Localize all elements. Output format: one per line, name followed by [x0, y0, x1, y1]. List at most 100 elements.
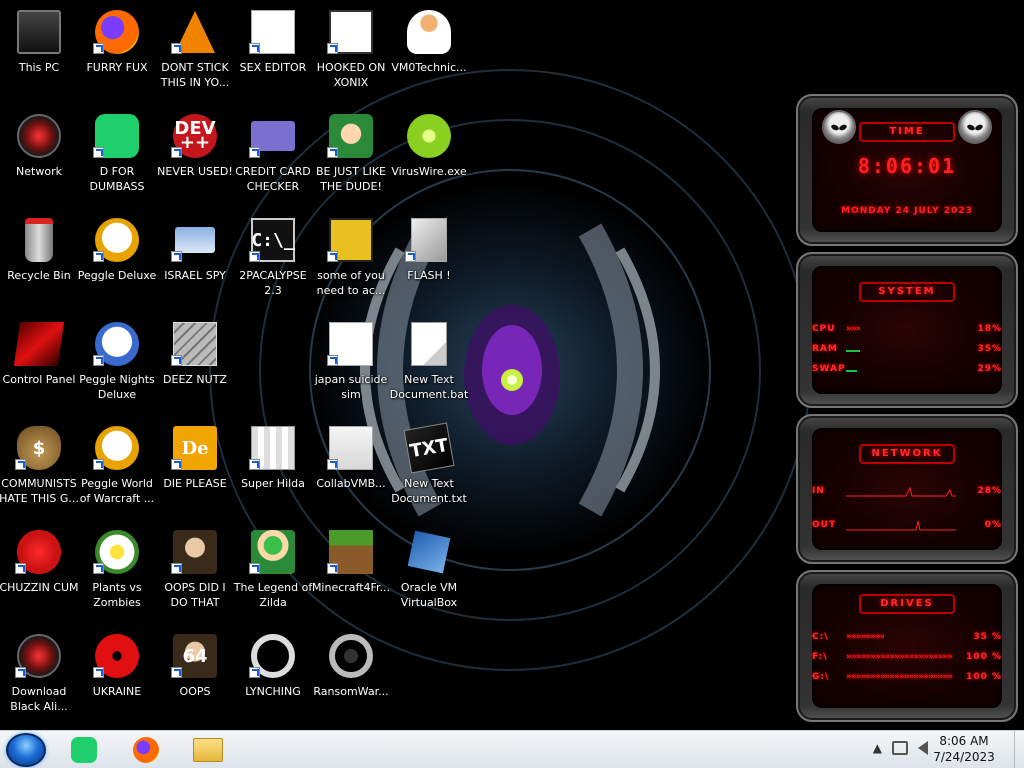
desktop-icon-label: BE JUST LIKE THE DUDE! [315, 165, 387, 193]
desktop-icon-label: OOPS DID I DO THAT [164, 581, 226, 609]
desktop-icon-label: CREDIT CARD CHECKER [235, 165, 311, 193]
desktop-icon-hooked-xonix[interactable]: HOOKED ON XONIX [312, 2, 390, 106]
desktop-icon-viruswire[interactable]: VirusWire.exe [390, 106, 468, 210]
desktop-icon-japan-suicide[interactable]: japan suicide sim [312, 314, 390, 418]
desktop-icon-network[interactable]: Network [0, 106, 78, 210]
taskbar-clock[interactable]: 8:06 AM 7/24/2023 [924, 733, 1004, 765]
vm0-technic-icon-art [407, 10, 451, 54]
taskbar: ▲ 8:06 AM 7/24/2023 [0, 730, 1024, 768]
desktop-icon-super-hilda[interactable]: Super Hilda [234, 418, 312, 522]
show-desktop-button[interactable] [1014, 731, 1024, 768]
flash-icon [405, 216, 453, 264]
desktop-icon-oops-did-i[interactable]: OOPS DID I DO THAT [156, 522, 234, 626]
system-row-value: 18% [977, 324, 1002, 334]
desktop-icon-d-for-dumbass[interactable]: D FOR DUMBASS [78, 106, 156, 210]
shortcut-arrow-icon [171, 147, 182, 158]
desktop-icon-never-used[interactable]: DEV ++ NEVER USED! [156, 106, 234, 210]
oops-did-i-icon [171, 528, 219, 576]
usage-bar-fill [846, 370, 858, 372]
desktop-icon-lynching[interactable]: LYNCHING [234, 626, 312, 730]
shortcut-arrow-icon [249, 563, 260, 574]
show-hidden-icons-chevron-icon[interactable]: ▲ [873, 741, 882, 755]
desktop-icon-label: COMMUNISTS HATE THIS G... [0, 477, 79, 505]
desktop-icon-vm0-technic[interactable]: VM0Technic... [390, 2, 468, 106]
drive-row-label: G:\ [812, 672, 830, 682]
credit-card-icon [249, 112, 297, 160]
desktop-icon-peggle-world[interactable]: P Peggle World of Warcraft ... [78, 418, 156, 522]
desktop-icon-oracle-vbox[interactable]: Oracle VM VirtualBox [390, 522, 468, 626]
peggle-world-icon: P [93, 424, 141, 472]
desktop-icon-credit-card[interactable]: CREDIT CARD CHECKER [234, 106, 312, 210]
desktop-icon-dont-stick[interactable]: DONT STICK THIS IN YO... [156, 2, 234, 106]
desktop-icon-recycle-bin[interactable]: Recycle Bin [0, 210, 78, 314]
desktop-icon-sex-editor[interactable]: HxD SEX EDITOR [234, 2, 312, 106]
this-pc-icon [15, 8, 63, 56]
desktop-icon-oops[interactable]: 64 OOPS [156, 626, 234, 730]
taskbar-discord-button[interactable] [58, 734, 110, 766]
network-row-label: IN [812, 486, 825, 496]
sex-editor-icon: HxD [249, 8, 297, 56]
desktop-icon-label: 2PACALYPSE 2.3 [239, 269, 307, 297]
time-gadget-clock: 8:06:01 [857, 154, 957, 178]
desktop-icon-download-black[interactable]: Download Black Ali... [0, 626, 78, 730]
traffic-graph [846, 520, 956, 531]
desktop-icon-deez-nutz[interactable]: DEEZ NUTZ [156, 314, 234, 418]
desktop-icon-peggle-nights[interactable]: P Peggle Nights Deluxe [78, 314, 156, 418]
desktop-icon-label: DIE PLEASE [163, 477, 227, 490]
desktop-icon-label: This PC [18, 61, 60, 74]
usage-bar-fill [846, 350, 860, 352]
taskbar-firefox-button[interactable] [120, 734, 172, 766]
time-gadget[interactable]: TIME 8:06:01 MONDAY 24 JULY 2023 [796, 94, 1018, 246]
desktop-icon-collabvmb[interactable]: CollabVMB... [312, 418, 390, 522]
desktop-icon-israel-spy[interactable]: ISRAEL SPY [156, 210, 234, 314]
desktop-icon-plants-vs-zombies[interactable]: Plants vs Zombies [78, 522, 156, 626]
drive-row-value: 100 % [966, 672, 1002, 682]
desktop-icon-peggle-deluxe[interactable]: P Peggle Deluxe [78, 210, 156, 314]
shortcut-arrow-icon [249, 459, 260, 470]
shortcut-arrow-icon [327, 563, 338, 574]
taskbar-clock-time: 8:06 AM [939, 734, 989, 748]
super-hilda-icon [249, 424, 297, 472]
alien-head-icon [822, 110, 856, 144]
desktop-icon-ransomware[interactable]: RansomWar... [312, 626, 390, 730]
network-gadget[interactable]: NETWORK IN 28% OUT 0% [796, 414, 1018, 564]
drives-gadget[interactable]: DRIVES C:\ 35 % »»»»»»»»»»»»»»»»»»»»»» F:\ 1… [796, 570, 1018, 722]
plants-vs-zombies-icon [93, 528, 141, 576]
desktop-icon-legend-zilda[interactable]: The Legend of Zilda [234, 522, 312, 626]
shortcut-arrow-icon [93, 667, 104, 678]
desktop-icon-new-text-txt[interactable]: TXT New Text Document.txt [390, 418, 468, 522]
desktop-icon-label: Minecraft4Fr... [311, 581, 391, 594]
desktop-icon-furry-fux[interactable]: FURRY FUX [78, 2, 156, 106]
viruswire-icon-art [407, 114, 451, 158]
taskbar-file-explorer-button[interactable] [182, 734, 234, 766]
desktop-icon-new-text-bat[interactable]: New Text Document.bat [390, 314, 468, 418]
usage-bar [846, 370, 960, 372]
desktop-icon-flash[interactable]: FLASH ! [390, 210, 468, 314]
desktop-icon-communists[interactable]: $ COMMUNISTS HATE THIS G... [0, 418, 79, 522]
desktop-icon-this-pc[interactable]: This PC [0, 2, 78, 106]
desktop-icon-label: Network [16, 165, 62, 178]
start-button[interactable] [6, 733, 46, 767]
desktop-icon-ukraine[interactable]: UKRAINE [78, 626, 156, 730]
desktop-icon-control-panel[interactable]: Control Panel [0, 314, 78, 418]
system-row: RAM 35% [812, 344, 1002, 358]
desktop-icon-2pacalypse[interactable]: C:\_ 2PACALYPSE 2.3 [234, 210, 312, 314]
cpu-load-chevrons: »»» [846, 324, 861, 334]
network-tray-icon[interactable] [892, 741, 908, 755]
new-text-bat-icon [405, 320, 453, 368]
desktop-icon-be-just-like[interactable]: BE JUST LIKE THE DUDE! [312, 106, 390, 210]
desktop-icon-label: japan suicide sim [314, 373, 388, 401]
desktop-icon-die-please[interactable]: De DIE PLEASE [156, 418, 234, 522]
desktop-icon-chuzzin[interactable]: CHUZZIN CUM [0, 522, 79, 626]
usage-bar [846, 350, 960, 352]
drive-row-label: C:\ [812, 632, 829, 642]
furry-fux-icon [93, 8, 141, 56]
shortcut-arrow-icon [15, 563, 26, 574]
system-row: SWAP 29% [812, 364, 1002, 378]
desktop-icon-minecraft[interactable]: Minecraft4Fr... [312, 522, 390, 626]
ukraine-icon [93, 632, 141, 680]
shortcut-arrow-icon [171, 563, 182, 574]
traffic-graph [846, 486, 956, 497]
desktop-icon-some-of-you[interactable]: some of you need to ac... [312, 210, 390, 314]
system-gadget[interactable]: SYSTEM CPU 18% »»» RAM 35% SWAP 29% [796, 252, 1018, 408]
